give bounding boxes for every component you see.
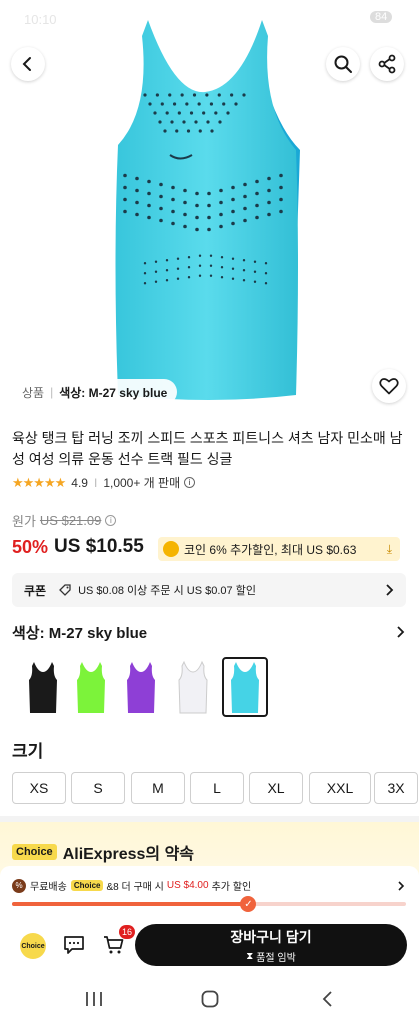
share-icon [378, 54, 396, 74]
shipping-prefix: 무료배송 [30, 882, 67, 893]
variant-tag-prefix: 상품 [22, 385, 45, 400]
add-to-cart-sub: 품절 임박 [256, 952, 296, 964]
chevron-right-icon [398, 881, 405, 891]
size-option-xs[interactable]: XS [12, 772, 66, 804]
share-button[interactable] [370, 47, 404, 81]
tank-top-thumbnail-icon [231, 662, 259, 713]
product-image-area[interactable]: 10:10 84 상품 | 색상: M-27 sky blue [0, 0, 419, 418]
free-shipping-banner[interactable]: % 무료배송 Choice &8 더 구매 시 US $4.00 추가 할인 ✓ [0, 866, 419, 918]
original-price-row: 원가 US $21.09 i [12, 511, 117, 530]
chat-icon[interactable] [63, 935, 85, 955]
color-title: 색상: M-27 sky blue [12, 625, 148, 642]
tank-top-thumbnail-icon [29, 662, 57, 713]
chevron-right-icon[interactable] [395, 626, 405, 638]
color-option-white[interactable] [170, 657, 216, 717]
status-time: 10:10 [24, 12, 57, 27]
home-icon[interactable] [201, 990, 219, 1008]
battery-indicator: 84 [370, 11, 393, 23]
rating-separator: I [93, 475, 98, 490]
back-nav-icon[interactable] [321, 991, 333, 1007]
check-icon: ✓ [240, 896, 257, 912]
color-option-purple[interactable] [118, 657, 164, 717]
add-to-cart-label: 장바구니 담기 [230, 928, 312, 945]
shipping-progress-fill [12, 902, 249, 906]
size-option-xxl[interactable]: XXL [309, 772, 371, 804]
variant-tag-separator: | [50, 385, 54, 399]
info-icon[interactable]: i [184, 477, 196, 488]
coin-discount-chip[interactable]: 코인 6% 추가할인, 최대 US $0.63 ⤓ [158, 537, 400, 561]
discount-badge-icon: % [12, 878, 26, 893]
promise-title: AliExpress의 약속 [62, 846, 195, 863]
star-rating-icon: ★★★★★ [12, 474, 66, 490]
recent-apps-icon[interactable] [85, 991, 103, 1007]
color-option-sky-blue[interactable] [222, 657, 268, 717]
shipping-progress-track: ✓ [12, 896, 406, 912]
shipping-choice-badge: Choice [70, 880, 104, 891]
choice-store-button[interactable]: Choice [20, 933, 46, 959]
wishlist-button[interactable] [372, 369, 406, 403]
chevron-left-icon [22, 57, 31, 71]
tank-top-thumbnail-icon [178, 660, 208, 714]
tank-top-thumbnail-icon [77, 662, 105, 713]
discount-percent: 50% [12, 536, 49, 557]
shipping-text-1: &8 더 구매 시 [106, 882, 164, 893]
size-option-3x[interactable]: 3X [374, 772, 418, 804]
heart-icon [379, 378, 399, 395]
chevron-right-icon [386, 584, 394, 596]
search-button[interactable] [326, 47, 360, 81]
coupon-label: 쿠폰 [24, 583, 47, 598]
sold-count: 1,000+ 개 판매 [103, 476, 181, 490]
search-icon [334, 55, 352, 73]
coupon-row[interactable]: 쿠폰 US $0.08 이상 주문 시 US $0.07 할인 [12, 573, 406, 607]
color-option-lime[interactable] [68, 657, 114, 717]
size-option-xl[interactable]: XL [249, 772, 303, 804]
variant-tag: 상품 | 색상: M-27 sky blue [12, 379, 178, 405]
size-option-m[interactable]: M [131, 772, 185, 804]
tank-top-thumbnail-icon [127, 662, 155, 713]
add-to-cart-button[interactable]: 장바구니 담기 ⧗ 품절 임박 [135, 924, 407, 966]
tag-icon [59, 584, 71, 596]
shipping-amount: US $4.00 [166, 880, 209, 891]
variant-tag-value: 색상: M-27 sky blue [59, 385, 168, 400]
original-label: 원가 [12, 514, 36, 529]
info-icon[interactable]: i [105, 515, 117, 526]
coin-text: 코인 6% 추가할인, 최대 US $0.63 [184, 542, 357, 557]
rating-row[interactable]: ★★★★★ 4.9 I 1,000+ 개 판매 i [12, 474, 196, 491]
product-title: 육상 탱크 탑 러닝 조끼 스피드 스포츠 피트니스 셔츠 남자 민소매 남성 … [12, 430, 403, 467]
original-price: US $21.09 [39, 513, 102, 528]
status-bar: 10:10 84 [0, 0, 419, 40]
rating-value: 4.9 [71, 475, 88, 490]
size-option-s[interactable]: S [71, 772, 125, 804]
sale-price: US $10.55 [54, 536, 144, 557]
shipping-text-2: 추가 할인 [211, 882, 252, 893]
cart-count-badge: 16 [119, 925, 136, 939]
back-button[interactable] [11, 47, 45, 81]
coin-icon [163, 541, 179, 557]
hourglass-icon: ⧗ [246, 950, 254, 962]
price-row: 50% US $10.55 [12, 536, 144, 558]
choice-badge: Choice [12, 844, 57, 860]
download-icon: ⤓ [386, 541, 392, 556]
color-option-black[interactable] [20, 657, 66, 717]
size-title: 크기 [12, 742, 44, 761]
coupon-text: US $0.08 이상 주문 시 US $0.07 할인 [78, 585, 256, 597]
system-nav-bar [0, 972, 419, 1024]
size-option-l[interactable]: L [190, 772, 244, 804]
